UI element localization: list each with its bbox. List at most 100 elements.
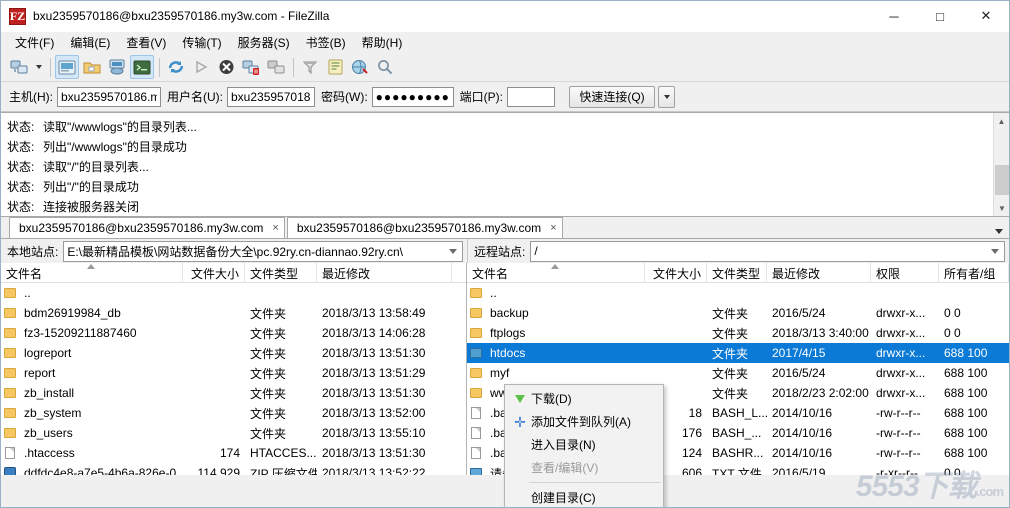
context-menu-label: 创建目录(C) [531, 491, 596, 505]
quick-connect-bar: 主机(H): 用户名(U): 密码(W): 端口(P): 快速连接(Q) [1, 82, 1009, 112]
tab-connection-1[interactable]: bxu2359570186@bxu2359570186.my3w.com × [9, 217, 285, 238]
table-row[interactable]: report 文件夹 2018/3/13 13:51:29 [1, 363, 466, 383]
file-type: 文件夹 [712, 306, 749, 321]
remote-col-filetype[interactable]: 文件类型 [707, 263, 767, 283]
table-row[interactable]: .htaccess 174 HTACCES... 2018/3/13 13:51… [1, 443, 466, 463]
close-icon[interactable]: × [272, 222, 278, 234]
context-menu-download[interactable]: 下载(D) [505, 387, 663, 410]
menu-transfer[interactable]: 传输(T) [174, 32, 229, 53]
scroll-down-icon[interactable]: ▼ [994, 200, 1009, 216]
search-icon[interactable] [373, 55, 397, 79]
local-col-filesize[interactable]: 文件大小 [183, 263, 245, 283]
local-path-combo[interactable]: E:\最新精品模板\网站数据备份大全\pc.92ry.cn-diannao.92… [63, 240, 463, 262]
file-type: 文件夹 [250, 386, 287, 401]
table-row[interactable]: bdm26919984_db 文件夹 2018/3/13 13:58:49 [1, 303, 466, 323]
folder-icon [1, 368, 19, 378]
remote-path-value: / [534, 244, 538, 258]
chevron-down-icon[interactable] [449, 248, 457, 254]
remote-col-permissions[interactable]: 权限 [871, 263, 939, 283]
table-row[interactable]: ftplogs 文件夹 2018/3/13 3:40:00 drwxr-x...… [467, 323, 1009, 343]
scroll-up-icon[interactable]: ▲ [994, 113, 1009, 129]
toggle-remote-tree-icon[interactable] [105, 55, 129, 79]
context-menu-add-to-queue[interactable]: ✛ 添加文件到队列(A) [505, 410, 663, 433]
table-row-selected[interactable]: htdocs 文件夹 2017/4/15 drwxr-x... 688 100 [467, 343, 1009, 363]
quick-connect-button[interactable]: 快速连接(Q) [569, 85, 655, 108]
chevron-down-icon[interactable] [995, 229, 1003, 234]
message-log-scrollbar[interactable]: ▲ ▼ [993, 113, 1009, 216]
file-permissions: drwxr-x... [876, 306, 926, 320]
refresh-icon[interactable] [164, 55, 188, 79]
table-row[interactable]: fz3-15209211887460 文件夹 2018/3/13 14:06:2… [1, 323, 466, 343]
file-type: ZIP 压缩文件 [250, 466, 317, 476]
local-col-filetype[interactable]: 文件类型 [245, 263, 317, 283]
table-row[interactable]: .. [467, 283, 1009, 303]
menu-bookmarks[interactable]: 书签(B) [298, 32, 354, 53]
menu-bar: 文件(F) 编辑(E) 查看(V) 传输(T) 服务器(S) 书签(B) 帮助(… [1, 32, 1009, 53]
host-input[interactable] [57, 86, 161, 107]
process-queue-icon[interactable] [189, 55, 213, 79]
menu-file[interactable]: 文件(F) [7, 32, 62, 53]
directory-comparison-icon[interactable] [323, 55, 347, 79]
file-name: .. [24, 286, 31, 300]
file-name: bdm26919984_db [24, 306, 121, 320]
maximize-icon[interactable]: □ [917, 1, 963, 32]
file-owner: 688 100 [944, 406, 988, 420]
table-row[interactable]: zb_users 文件夹 2018/3/13 13:55:10 [1, 423, 466, 443]
table-row[interactable]: zb_install 文件夹 2018/3/13 13:51:30 [1, 383, 466, 403]
document-icon [1, 447, 19, 459]
context-menu-label: 查看/编辑(V) [531, 461, 599, 475]
quick-connect-dropdown-icon[interactable] [658, 85, 675, 108]
remote-col-filesize[interactable]: 文件大小 [645, 263, 707, 283]
log-row: 状态: 读取"/"的目录列表... [7, 157, 1009, 177]
site-manager-dropdown-icon[interactable] [32, 55, 45, 79]
cancel-operation-icon[interactable] [214, 55, 238, 79]
message-log-rows: 状态: 读取"/wwwlogs"的目录列表... 状态: 列出"/wwwlogs"的… [1, 113, 1009, 216]
password-input[interactable] [371, 86, 454, 107]
log-row: 状态: 连接被服务器关闭 [7, 197, 1009, 216]
close-icon[interactable]: × [550, 222, 556, 234]
chevron-down-icon[interactable] [991, 248, 999, 254]
disconnect-icon[interactable] [239, 55, 263, 79]
menu-help[interactable]: 帮助(H) [354, 32, 411, 53]
log-row-label: 状态: [7, 200, 35, 214]
window-controls: ─ □ ✕ [871, 1, 1009, 32]
context-menu-enter-directory[interactable]: 进入目录(N) [505, 433, 663, 456]
toggle-message-log-icon[interactable] [55, 55, 79, 79]
table-row[interactable]: myf 文件夹 2016/5/24 drwxr-x... 688 100 [467, 363, 1009, 383]
context-menu-label: 进入目录(N) [531, 438, 596, 452]
close-icon[interactable]: ✕ [963, 1, 1009, 32]
folder-icon [467, 288, 485, 298]
file-owner: 688 100 [944, 366, 988, 380]
synchronized-browsing-icon[interactable] [348, 55, 372, 79]
tab-connection-2[interactable]: bxu2359570186@bxu2359570186.my3w.com × [286, 217, 563, 238]
menu-edit[interactable]: 编辑(E) [62, 32, 118, 53]
context-menu-label: 下载(D) [531, 392, 572, 406]
local-col-modified[interactable]: 最近修改 [317, 263, 452, 283]
file-modified: 2018/2/23 2:02:00 [772, 386, 869, 400]
minimize-icon[interactable]: ─ [871, 1, 917, 32]
menu-view[interactable]: 查看(V) [118, 32, 174, 53]
log-row-label: 状态: [7, 180, 35, 194]
table-row[interactable]: ddfdc4e8-a7e5-4b6a-826e-0... 114,929 ZIP… [1, 463, 466, 475]
port-input[interactable] [507, 86, 555, 107]
context-menu-create-directory[interactable]: 创建目录(C) [505, 486, 663, 507]
reconnect-icon[interactable] [264, 55, 288, 79]
file-modified: 2018/3/13 13:51:30 [322, 386, 426, 400]
menu-server[interactable]: 服务器(S) [230, 32, 298, 53]
remote-col-owner[interactable]: 所有者/组 [939, 263, 1009, 283]
toggle-filter-icon[interactable] [298, 55, 322, 79]
table-row[interactable]: .. [1, 283, 466, 303]
table-row[interactable]: logreport 文件夹 2018/3/13 13:51:30 [1, 343, 466, 363]
toggle-local-tree-icon[interactable] [80, 55, 104, 79]
table-row[interactable]: zb_system 文件夹 2018/3/13 13:52:00 [1, 403, 466, 423]
username-input[interactable] [227, 86, 315, 107]
local-file-pane: 文件名 文件大小 文件类型 最近修改 .. bdm26919984_db 文件夹… [1, 263, 467, 475]
toggle-transfer-queue-icon[interactable] [130, 55, 154, 79]
file-modified: 2014/10/16 [772, 406, 833, 420]
file-permissions: drwxr-x... [876, 346, 926, 360]
remote-col-modified[interactable]: 最近修改 [767, 263, 871, 283]
site-manager-icon[interactable] [7, 55, 31, 79]
table-row[interactable]: backup 文件夹 2016/5/24 drwxr-x... 0 0 [467, 303, 1009, 323]
scrollbar-thumb[interactable] [995, 165, 1009, 195]
remote-path-combo[interactable]: / [530, 240, 1005, 262]
